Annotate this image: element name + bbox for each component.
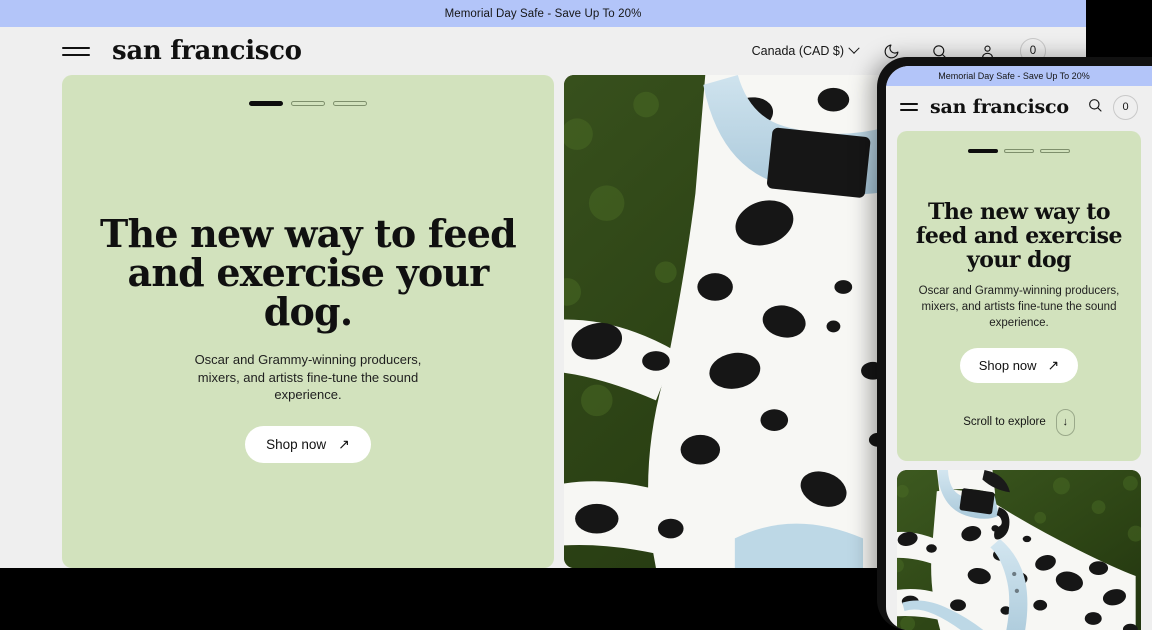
- phone-hamburger-bar-2: [900, 109, 918, 111]
- phone-arrow-up-right-icon: ↗: [1047, 357, 1060, 374]
- arrow-up-right-icon: ↗: [338, 436, 350, 453]
- phone-carousel-dot-2[interactable]: [1004, 149, 1034, 153]
- arrow-down-icon: ↓: [1055, 408, 1075, 436]
- shop-now-button[interactable]: Shop now ↗: [245, 425, 371, 463]
- carousel-dot-2[interactable]: [291, 101, 325, 106]
- phone-search-icon[interactable]: [1087, 97, 1103, 118]
- phone-shop-now-button[interactable]: Shop now ↗: [959, 347, 1079, 383]
- phone-shop-now-label: Shop now: [978, 357, 1037, 373]
- screenshot-stage: Memorial Day Safe - Save Up To 20% san f…: [0, 0, 1152, 630]
- phone-cart-count-badge[interactable]: 0: [1113, 94, 1138, 120]
- hamburger-bar-1: [62, 46, 90, 49]
- phone-carousel-indicators: [968, 149, 1070, 153]
- phone-screen: Memorial Day Safe - Save Up To 20% san f…: [886, 66, 1152, 630]
- brand-logo[interactable]: san francisco: [112, 38, 302, 64]
- hamburger-icon[interactable]: [62, 44, 90, 58]
- locale-label: Canada (CAD $): [751, 44, 844, 58]
- phone-hamburger-bar-1: [900, 103, 918, 105]
- hero-subtitle: Oscar and Grammy-winning producers, mixe…: [194, 352, 422, 403]
- hero-title: The new way to feed and exercise your do…: [100, 211, 517, 334]
- chevron-down-icon: [848, 42, 860, 54]
- phone-hero-title: The new way to feed and exercise your do…: [915, 199, 1123, 273]
- locale-selector[interactable]: Canada (CAD $): [751, 42, 860, 58]
- shop-now-label: Shop now: [266, 436, 327, 452]
- phone-dog-image: [897, 470, 1141, 630]
- phone-announcement-bar: Memorial Day Safe - Save Up To 20%: [886, 66, 1152, 86]
- phone-header: san francisco 0: [886, 86, 1152, 128]
- hero-text-panel: The new way to feed and exercise your do…: [62, 75, 554, 568]
- phone-carousel-dot-3[interactable]: [1040, 149, 1070, 153]
- hamburger-bar-2: [62, 53, 90, 56]
- phone-hero-subtitle: Oscar and Grammy-winning producers, mixe…: [918, 285, 1120, 329]
- carousel-dot-3[interactable]: [333, 101, 367, 106]
- phone-announcement-text: Memorial Day Safe - Save Up To 20%: [938, 71, 1090, 81]
- scroll-to-explore-label: Scroll to explore: [963, 416, 1046, 429]
- phone-hero-panel: The new way to feed and exercise your do…: [897, 131, 1141, 461]
- carousel-indicators: [249, 101, 367, 106]
- scroll-to-explore[interactable]: Scroll to explore ↓: [963, 408, 1075, 436]
- phone-brand-logo[interactable]: san francisco: [930, 96, 1069, 118]
- phone-carousel-dot-1[interactable]: [968, 149, 998, 153]
- announcement-text: Memorial Day Safe - Save Up To 20%: [444, 7, 642, 20]
- announcement-bar: Memorial Day Safe - Save Up To 20%: [0, 0, 1086, 27]
- hero-body: The new way to feed and exercise your do…: [62, 211, 554, 463]
- phone-mockup: Memorial Day Safe - Save Up To 20% san f…: [877, 57, 1152, 630]
- carousel-dot-1[interactable]: [249, 101, 283, 106]
- phone-hamburger-icon[interactable]: [900, 103, 918, 111]
- phone-dalmatian-illustration: [897, 470, 1141, 630]
